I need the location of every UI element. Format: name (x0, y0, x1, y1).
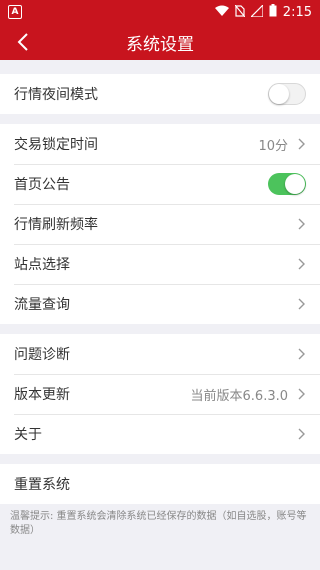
page-title: 系统设置 (126, 34, 194, 55)
setting-label: 行情夜间模式 (14, 87, 98, 103)
back-button[interactable] (12, 31, 34, 53)
chevron-right-icon (296, 257, 306, 271)
chevron-right-icon (296, 427, 306, 441)
toggle-knob (285, 174, 305, 194)
chevron-right-icon (296, 137, 306, 151)
nav-bar: 系统设置 (0, 24, 320, 60)
setting-value: 当前版本6.6.3.0 (190, 388, 288, 404)
reset-system-button[interactable]: 重置系统 (0, 464, 320, 504)
setting-label: 流量查询 (14, 297, 70, 313)
setting-label: 交易锁定时间 (14, 137, 98, 153)
settings-group-general: 交易锁定时间 10分 首页公告 行情刷新频率 站点选择 流量查询 (0, 124, 320, 324)
battery-icon (269, 4, 277, 20)
chevron-right-icon (296, 217, 306, 231)
setting-about[interactable]: 关于 (0, 414, 320, 454)
setting-refresh-rate[interactable]: 行情刷新频率 (0, 204, 320, 244)
setting-label: 行情刷新频率 (14, 217, 98, 233)
toggle-knob (269, 84, 289, 104)
app-notification-icon: A (8, 5, 22, 19)
chevron-left-icon (17, 33, 28, 51)
setting-night-mode[interactable]: 行情夜间模式 (0, 74, 320, 114)
setting-label: 重置系统 (14, 477, 70, 493)
chevron-right-icon (296, 297, 306, 311)
no-sim-icon (234, 4, 246, 20)
settings-group-reset: 重置系统 (0, 464, 320, 504)
settings-group-about: 问题诊断 版本更新 当前版本6.6.3.0 关于 (0, 334, 320, 454)
reset-hint: 温馨提示: 重置系统会清除系统已经保存的数据（如自选股，账号等数据） (10, 511, 307, 536)
settings-group-display: 行情夜间模式 (0, 74, 320, 114)
setting-label: 版本更新 (14, 387, 70, 403)
clock: 2:15 (282, 4, 312, 20)
home-announcement-toggle[interactable] (268, 173, 306, 195)
setting-label: 首页公告 (14, 177, 70, 193)
setting-site-selection[interactable]: 站点选择 (0, 244, 320, 284)
setting-data-usage[interactable]: 流量查询 (0, 284, 320, 324)
chevron-right-icon (296, 347, 306, 361)
wifi-icon (214, 5, 229, 20)
setting-label: 关于 (14, 427, 42, 443)
setting-label: 问题诊断 (14, 347, 70, 363)
night-mode-toggle[interactable] (268, 83, 306, 105)
status-bar: A 2:15 (0, 0, 320, 24)
setting-value: 10分 (258, 138, 288, 154)
setting-trade-lock-time[interactable]: 交易锁定时间 10分 (0, 124, 320, 164)
chevron-right-icon (296, 387, 306, 401)
setting-home-announcement[interactable]: 首页公告 (0, 164, 320, 204)
setting-diagnostics[interactable]: 问题诊断 (0, 334, 320, 374)
setting-label: 站点选择 (14, 257, 70, 273)
setting-version-update[interactable]: 版本更新 当前版本6.6.3.0 (0, 374, 320, 414)
signal-icon (249, 3, 264, 20)
